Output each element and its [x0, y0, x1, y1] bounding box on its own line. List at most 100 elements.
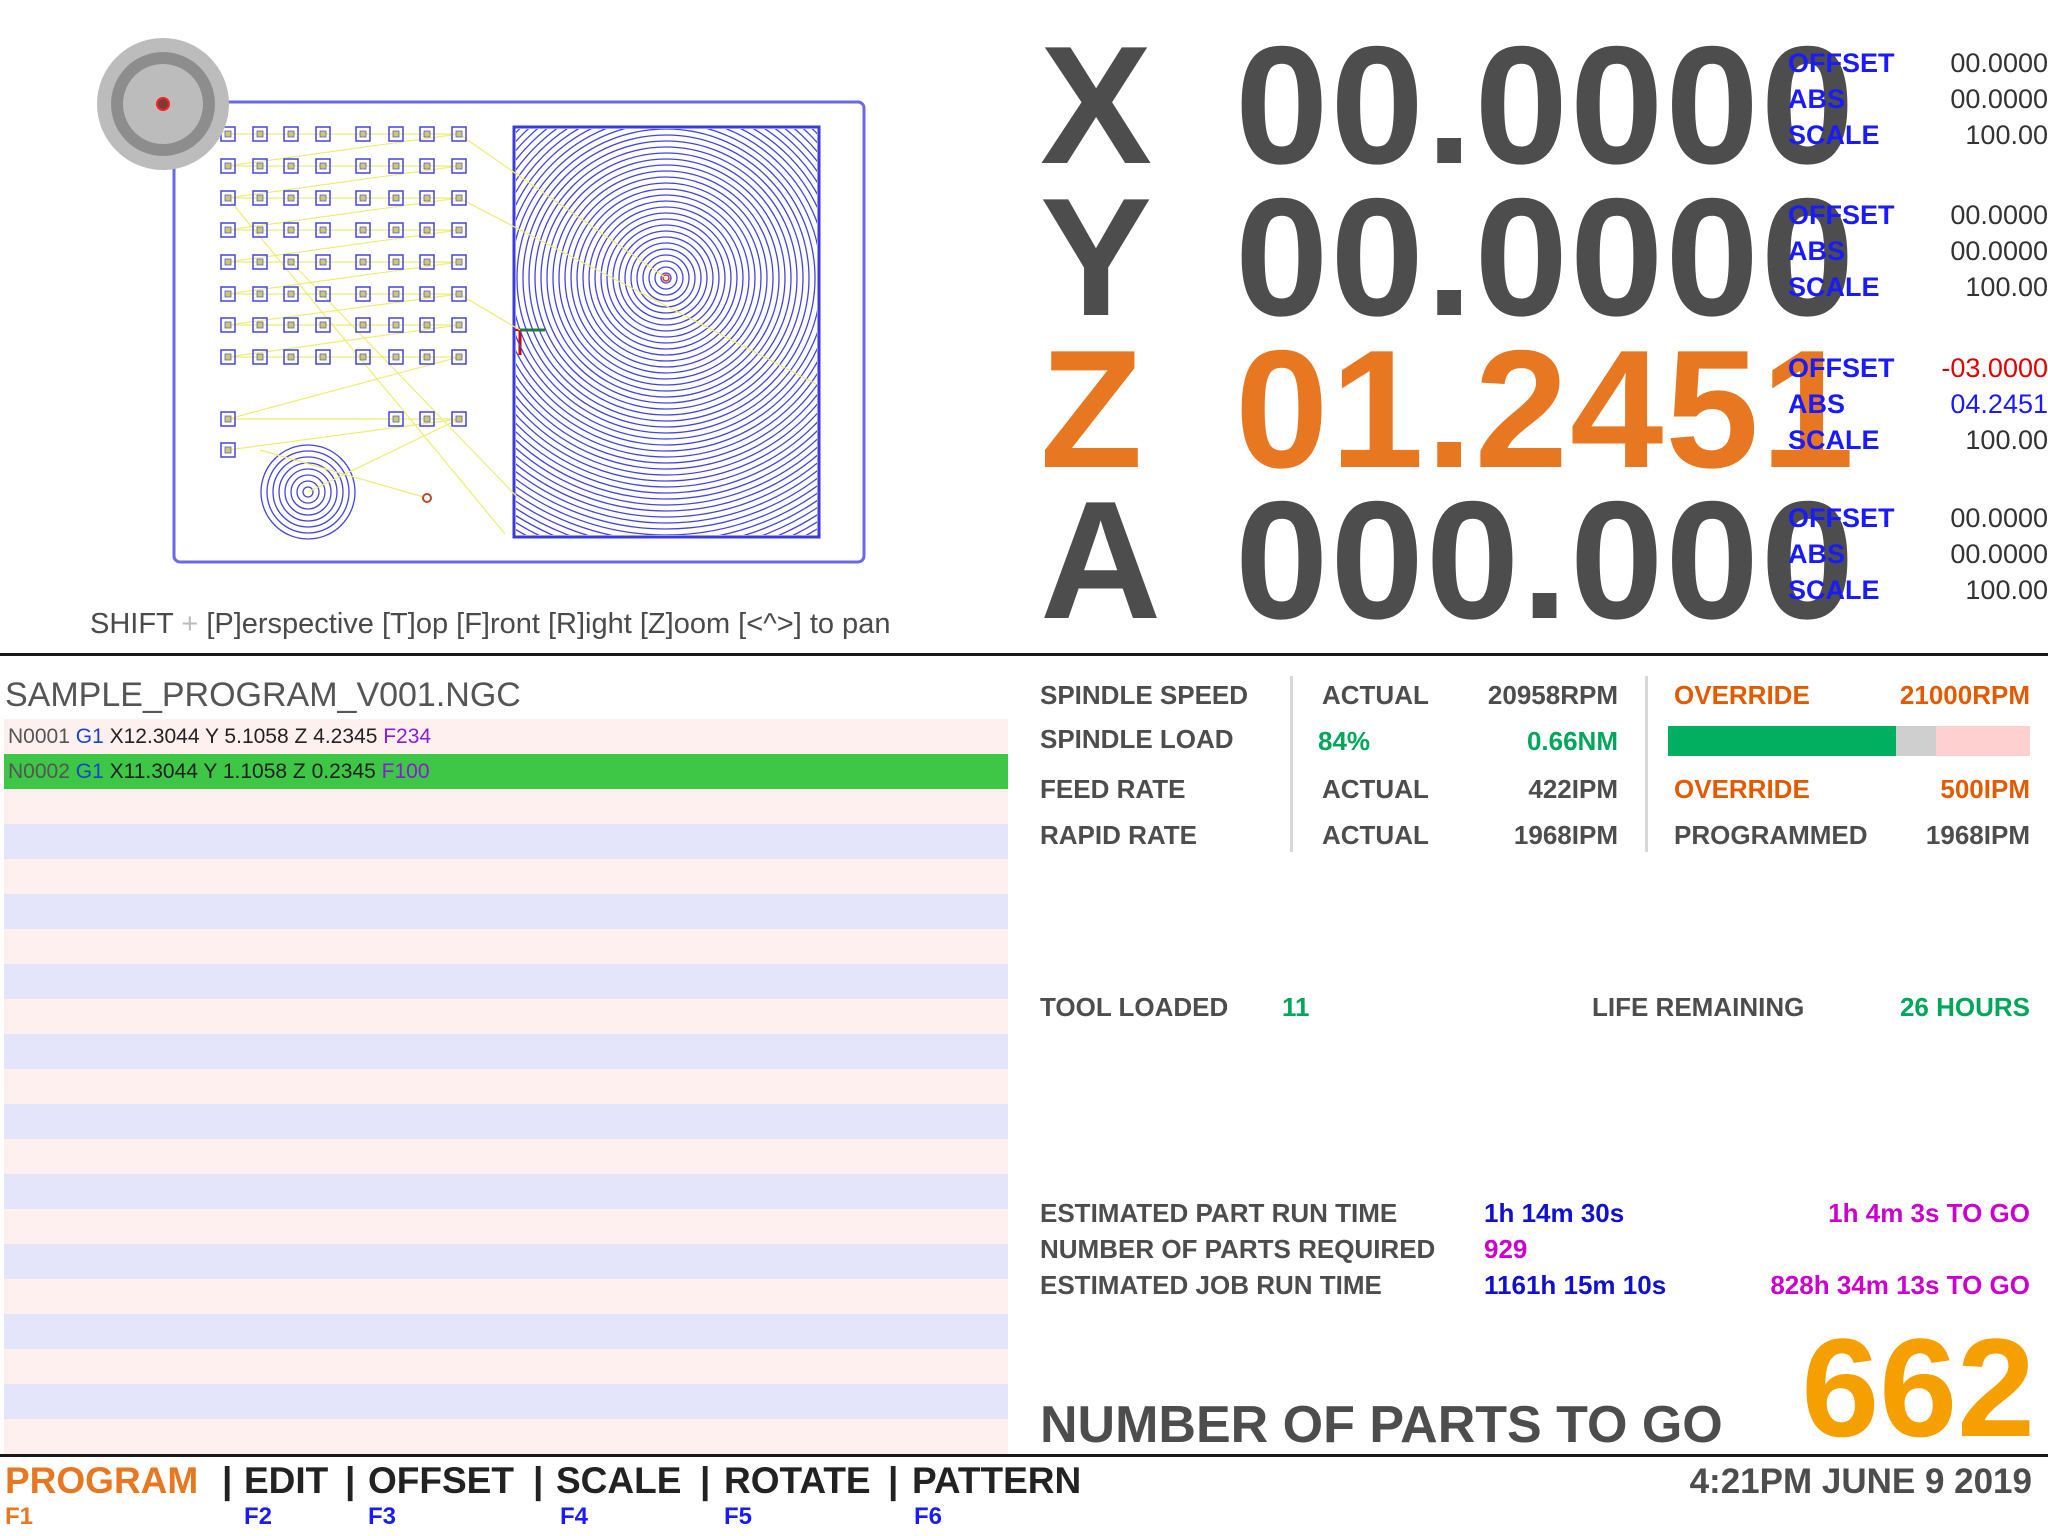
abs-label: ABS — [1788, 389, 1846, 419]
gcode-line-empty — [4, 1279, 1008, 1314]
spindle-override-value[interactable]: 21000RPM — [1850, 680, 2030, 711]
axis-letter: Y — [1040, 163, 1153, 351]
gcode-line-empty — [4, 1384, 1008, 1419]
fkey-f6: F6 — [914, 1503, 943, 1530]
feed-actual-value: 422IPM — [1528, 774, 1618, 804]
spindle-load-limit-marker — [1896, 726, 1936, 756]
end-point-marker — [422, 493, 432, 503]
part-run-time-value: 1h 14m 30s — [1484, 1198, 1625, 1228]
spindle-load-fill — [1668, 726, 1897, 756]
axis-letter: Z — [1040, 315, 1143, 503]
tool-loaded-label: TOOL LOADED — [1040, 992, 1229, 1022]
clock: 4:21PM JUNE 9 2019 — [1689, 1462, 2032, 1501]
tool-icon — [97, 38, 229, 170]
menu-offset[interactable]: OFFSET — [368, 1460, 514, 1502]
gcode-line-empty — [4, 929, 1008, 964]
menu-program[interactable]: PROGRAM — [5, 1460, 198, 1502]
offset-value[interactable]: 00.0000 — [1908, 200, 2048, 231]
scale-label: SCALE — [1788, 120, 1880, 150]
axis-letter: X — [1040, 11, 1153, 199]
gcode-empty-rows — [4, 789, 1008, 1454]
part-run-time-label: ESTIMATED PART RUN TIME — [1040, 1198, 1398, 1228]
gcode-line-empty — [4, 1069, 1008, 1104]
spindle-load-bar — [1668, 726, 2030, 756]
gcode-line-empty — [4, 1104, 1008, 1139]
gcode-line-current[interactable]: N0002 G1 X11.3044 Y 1.1058 Z 0.2345 F100 — [4, 754, 1008, 789]
gcode-line-empty — [4, 1139, 1008, 1174]
rapid-rate-label: RAPID RATE — [1040, 820, 1197, 850]
menu-separator: | — [888, 1460, 899, 1501]
coordinates: X12.3044 Y 5.1058 Z 4.2345 — [109, 725, 378, 748]
menu-rotate[interactable]: ROTATE — [724, 1460, 871, 1502]
scale-label: SCALE — [1788, 425, 1880, 455]
parts-required-label: NUMBER OF PARTS REQUIRED — [1040, 1234, 1436, 1264]
menu-separator: | — [222, 1460, 233, 1501]
abs-value: 00.0000 — [1950, 539, 2048, 569]
gcode-line-empty — [4, 859, 1008, 894]
spindle-actual-label: ACTUAL — [1322, 680, 1429, 710]
menu-scale[interactable]: SCALE — [556, 1460, 681, 1502]
feed-override-value[interactable]: 500IPM — [1850, 774, 2030, 805]
scale-value[interactable]: 100.00 — [1908, 272, 2048, 303]
gcode-listing[interactable]: N0001 G1 X12.3044 Y 5.1058 Z 4.2345 F234… — [4, 719, 1008, 1454]
status-divider — [1645, 676, 1648, 852]
toolpath-viewport[interactable] — [0, 0, 1030, 650]
axis-position: 01.2451 — [1235, 315, 1857, 503]
tool-loaded-value: 11 — [1282, 992, 1310, 1022]
axis-letter: A — [1040, 466, 1162, 654]
abs-value: 00.0000 — [1950, 236, 2048, 266]
spindle-load-torque: 0.66NM — [1526, 726, 1618, 756]
status-divider — [1290, 676, 1293, 852]
gcode-line-empty — [4, 964, 1008, 999]
feed-override-label: OVERRIDE — [1674, 774, 1810, 804]
gcode-line-empty — [4, 894, 1008, 929]
scale-value[interactable]: 100.00 — [1908, 575, 2048, 606]
gcode-line-empty — [4, 1034, 1008, 1069]
program-filename: SAMPLE_PROGRAM_V001.NGC — [5, 676, 521, 714]
life-remaining-label: LIFE REMAINING — [1592, 992, 1805, 1022]
menu-pattern[interactable]: PATTERN — [912, 1460, 1081, 1502]
feed-word: F100 — [381, 760, 430, 783]
offset-label: OFFSET — [1788, 48, 1895, 78]
offset-value[interactable]: 00.0000 — [1908, 503, 2048, 534]
rapid-programmed-value: 1968IPM — [1925, 820, 2030, 850]
spindle-override-label: OVERRIDE — [1674, 680, 1810, 710]
line-number: N0002 — [8, 760, 70, 783]
menu-edit[interactable]: EDIT — [244, 1460, 328, 1502]
bottom-divider — [0, 1454, 2048, 1457]
gcode-line[interactable]: N0001 G1 X12.3044 Y 5.1058 Z 4.2345 F234 — [4, 719, 1008, 754]
hint-shift: SHIFT — [90, 608, 174, 640]
fkey-f1: F1 — [5, 1503, 34, 1530]
job-run-time-value: 1161h 15m 10s — [1484, 1270, 1667, 1300]
rapid-actual-label: ACTUAL — [1322, 820, 1429, 850]
offset-label: OFFSET — [1788, 200, 1895, 230]
job-run-time-togo: 828h 34m 13s TO GO — [1770, 1270, 2030, 1300]
feed-actual-label: ACTUAL — [1322, 774, 1429, 804]
hint-keys: [P]erspective [T]op [F]ront [R]ight [Z]o… — [206, 608, 891, 640]
top-divider — [0, 653, 2048, 656]
line-number: N0001 — [8, 725, 70, 748]
gcode-line-empty — [4, 1419, 1008, 1454]
spindle-load-percent: 84% — [1318, 726, 1371, 756]
parts-required-value[interactable]: 929 — [1484, 1234, 1527, 1265]
spindle-speed-label: SPINDLE SPEED — [1040, 680, 1249, 710]
parts-to-go-label: NUMBER OF PARTS TO GO — [1040, 1396, 1723, 1454]
offset-label: OFFSET — [1788, 503, 1895, 533]
axis-position: 000.000 — [1235, 466, 1857, 654]
hole-toolpaths — [220, 126, 467, 458]
abs-value: 00.0000 — [1950, 84, 2048, 114]
rapid-programmed-label: PROGRAMMED — [1674, 820, 1868, 850]
offset-value[interactable]: -03.0000 — [1908, 353, 2048, 384]
abs-label: ABS — [1788, 84, 1846, 114]
menu-separator: | — [700, 1460, 711, 1501]
gcode-line-empty — [4, 999, 1008, 1034]
parts-to-go-value: 662 — [1801, 1309, 2035, 1466]
scale-value[interactable]: 100.00 — [1908, 120, 2048, 151]
job-run-time-label: ESTIMATED JOB RUN TIME — [1040, 1270, 1382, 1300]
offset-value[interactable]: 00.0000 — [1908, 48, 2048, 79]
fkey-f2: F2 — [244, 1503, 273, 1530]
spindle-load-label: SPINDLE LOAD — [1040, 724, 1234, 754]
gcode-line-empty — [4, 1314, 1008, 1349]
scale-value[interactable]: 100.00 — [1908, 425, 2048, 456]
fkey-f4: F4 — [560, 1503, 589, 1530]
